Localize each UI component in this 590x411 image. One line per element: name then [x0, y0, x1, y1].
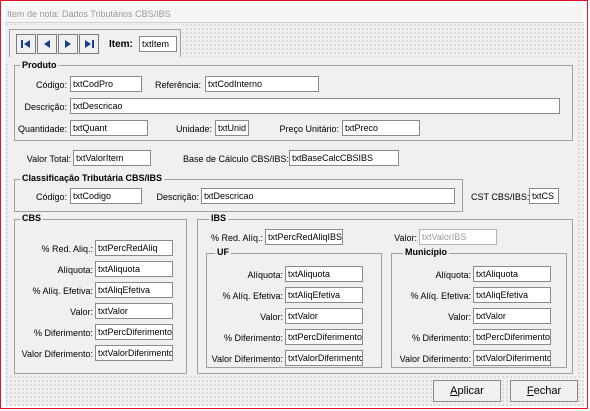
main-panel: Produto Código: txtCodPro Referência: tx… [9, 57, 576, 376]
cbs-aliq-efetiva-field[interactable]: txtAliqEfetiva [95, 282, 173, 298]
cbs-valor-diferimento-field[interactable]: txtValorDiferimentc [95, 345, 173, 361]
cbs-aliq-efetiva-label: % Alíq. Efetiva: [32, 286, 93, 296]
referencia-label: Referência: [154, 80, 201, 90]
uf-aliquota-label: Alíquota: [247, 270, 283, 280]
uf-diferimento-field[interactable]: txtPercDiferimento [285, 329, 363, 345]
uf-valor-diferimento-label: Valor Diferimento: [211, 354, 283, 364]
first-record-icon [21, 40, 30, 48]
cbs-valor-diferimento-label: Valor Diferimento: [21, 349, 93, 359]
ibs-red-aliq-label: % Red. Alíq.: [210, 233, 263, 243]
descricao-produto-field[interactable]: txtDescricao [70, 98, 560, 114]
fechar-hotkey: F [526, 385, 534, 397]
uf-aliquota-field[interactable]: txtAliquota [285, 266, 363, 282]
cbs-diferimento-label: % Diferimento: [33, 328, 93, 338]
codigo-label: Código: [35, 80, 67, 90]
fechar-label: echar [533, 385, 562, 397]
municipio-diferimento-field[interactable]: txtPercDiferimento [473, 329, 551, 345]
classificacao-legend: Classificação Tributária CBS/IBS [20, 173, 165, 184]
cbs-red-aliq-label: % Red. Aliq.: [41, 244, 93, 254]
cbs-valor-label: Valor: [70, 307, 93, 317]
cbs-aliquota-field[interactable]: txtAliquota [95, 261, 173, 277]
quantidade-label: Quantidade: [17, 124, 67, 134]
previous-record-icon [44, 40, 50, 48]
uf-valor-field[interactable]: txtValor [285, 308, 363, 324]
ibs-valor-field: txtValorIBS [419, 229, 497, 245]
classificacao-codigo-label: Código: [35, 192, 67, 202]
cst-label: CST CBS/IBS: [471, 192, 530, 202]
municipio-valor-diferimento-label: Valor Diferimento: [399, 354, 471, 364]
unidade-label: Unidade: [175, 124, 212, 134]
municipio-aliquota-label: Alíquota: [435, 270, 471, 280]
classificacao-codigo-field[interactable]: txtCodigo [70, 188, 142, 204]
descricao-label: Descrição: [24, 102, 67, 112]
uf-legend: UF [215, 247, 231, 258]
municipio-legend: Município [403, 247, 449, 258]
fechar-button[interactable]: Fechar [510, 380, 578, 402]
base-calculo-field[interactable]: txtBaseCalcCBSIBS [289, 150, 399, 166]
classificacao-descricao-label: Descrição: [156, 192, 199, 202]
cbs-legend: CBS [20, 213, 44, 224]
municipio-aliq-efetiva-field[interactable]: txtAliqEfetiva [473, 287, 551, 303]
uf-aliq-efetiva-field[interactable]: txtAliqEfetiva [285, 287, 363, 303]
aplicar-label: plicar [457, 385, 484, 397]
uf-valor-diferimento-field[interactable]: txtValorDiferimentc [285, 350, 363, 366]
form-area: Item: txtItem Produto Código: txtCodPro … [5, 22, 584, 406]
unidade-field[interactable]: txtUnid [215, 120, 249, 136]
last-record-icon [85, 40, 94, 48]
ibs-valor-label: Valor: [394, 233, 417, 243]
municipio-diferimento-label: % Diferimento: [411, 333, 471, 343]
classificacao-descricao-field[interactable]: txtDescricao [201, 188, 455, 204]
municipio-aliq-efetiva-label: % Alíq. Efetiva: [410, 291, 471, 301]
previous-record-button[interactable] [37, 34, 57, 54]
codigo-produto-field[interactable]: txtCodPro [70, 76, 142, 92]
uf-valor-label: Valor: [260, 312, 283, 322]
next-record-icon [65, 40, 71, 48]
valor-total-field[interactable]: txtValorItem [73, 150, 151, 166]
aplicar-button[interactable]: Aplicar [433, 380, 501, 402]
ibs-legend: IBS [209, 213, 229, 224]
municipio-aliquota-field[interactable]: txtAliquota [473, 266, 551, 282]
cbs-aliquota-label: Alíquota: [57, 265, 93, 275]
cbs-valor-field[interactable]: txtValor [95, 303, 173, 319]
referencia-field[interactable]: txtCodInterno [205, 76, 319, 92]
municipio-valor-diferimento-field[interactable]: txtValorDiferimentc [473, 350, 551, 366]
aplicar-hotkey: A [450, 385, 458, 397]
produto-legend: Produto [20, 60, 59, 71]
uf-diferimento-label: % Diferimento: [223, 333, 283, 343]
item-label: Item: [109, 39, 133, 50]
first-record-button[interactable] [16, 34, 36, 54]
valor-total-label: Valor Total: [26, 154, 71, 164]
municipio-valor-field[interactable]: txtValor [473, 308, 551, 324]
uf-aliq-efetiva-label: % Alíq. Efetiva: [222, 291, 283, 301]
preco-unitario-field[interactable]: txtPreco [342, 120, 420, 136]
cbs-red-aliq-field[interactable]: txtPercRedAliq [95, 240, 173, 256]
last-record-button[interactable] [79, 34, 99, 54]
ibs-red-aliq-field[interactable]: txtPercRedAliqIBS [265, 229, 343, 245]
item-field[interactable]: txtItem [139, 36, 177, 52]
quantidade-field[interactable]: txtQuant [70, 120, 148, 136]
cst-field[interactable]: txtCS [529, 188, 559, 204]
municipio-valor-label: Valor: [448, 312, 471, 322]
cbs-diferimento-field[interactable]: txtPercDiferimento [95, 324, 173, 340]
preco-unitario-label: Preço Unitário: [279, 124, 339, 134]
base-calculo-label: Base de Cálculo CBS/IBS: [183, 154, 290, 164]
window-title: Item de nota: Dados Tributários CBS/IBS [5, 6, 583, 22]
next-record-button[interactable] [58, 34, 78, 54]
